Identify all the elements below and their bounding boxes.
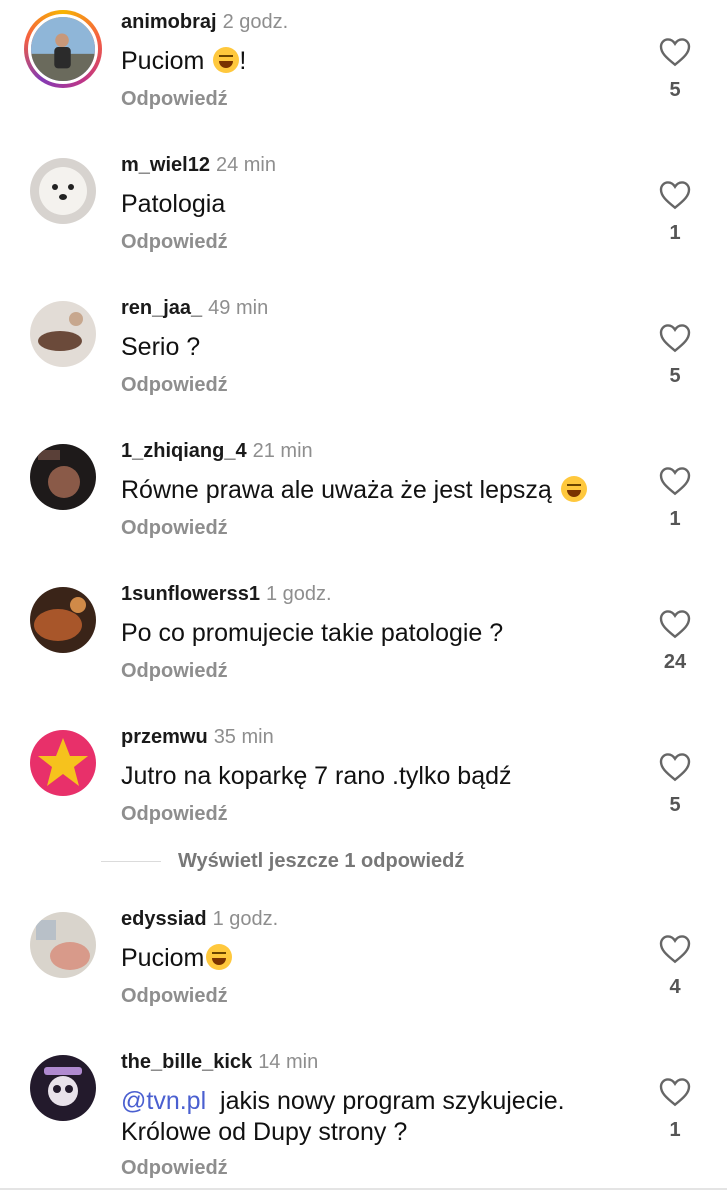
reply-button[interactable]: Odpowiedź bbox=[121, 985, 228, 1008]
comment-meta: edyssiad 1 godz. bbox=[121, 907, 278, 931]
heart-icon[interactable] bbox=[659, 752, 691, 782]
like-button[interactable]: 5 bbox=[655, 37, 695, 101]
username[interactable]: animobraj bbox=[121, 11, 217, 33]
like-button[interactable]: 5 bbox=[655, 323, 695, 387]
comment-meta: m_wiel12 24 min bbox=[121, 153, 276, 177]
avatar[interactable] bbox=[30, 444, 96, 510]
timestamp: 1 godz. bbox=[212, 908, 279, 930]
reply-button[interactable]: Odpowiedź bbox=[121, 374, 228, 397]
laughing-tears-emoji-icon bbox=[206, 944, 233, 970]
username[interactable]: 1sunflowerss1 bbox=[121, 583, 260, 605]
reply-button[interactable]: Odpowiedź bbox=[121, 88, 228, 111]
heart-icon[interactable] bbox=[659, 323, 691, 353]
like-count: 5 bbox=[669, 79, 681, 101]
avatar[interactable] bbox=[30, 730, 96, 796]
username[interactable]: ren_jaa_ bbox=[121, 297, 202, 319]
comment-meta: animobraj 2 godz. bbox=[121, 10, 288, 34]
timestamp: 21 min bbox=[252, 440, 313, 462]
timestamp: 35 min bbox=[213, 726, 274, 748]
username[interactable]: przemwu bbox=[121, 726, 208, 748]
show-more-label: Wyświetl jeszcze 1 odpowiedź bbox=[178, 850, 465, 872]
avatar[interactable] bbox=[30, 301, 96, 367]
like-button[interactable]: 5 bbox=[655, 752, 695, 816]
comment-text: Patologia bbox=[121, 190, 226, 218]
timestamp: 14 min bbox=[258, 1051, 319, 1073]
comment-text: Po co promujecie takie patologie ? bbox=[121, 619, 504, 647]
like-count: 5 bbox=[669, 794, 681, 816]
username[interactable]: m_wiel12 bbox=[121, 154, 210, 176]
avatar[interactable] bbox=[30, 912, 96, 978]
like-button[interactable]: 1 bbox=[655, 1077, 695, 1141]
reply-button[interactable]: Odpowiedź bbox=[121, 517, 228, 540]
like-count: 24 bbox=[663, 651, 687, 673]
comment-meta: przemwu 35 min bbox=[121, 725, 274, 749]
laughing-tears-emoji-icon bbox=[213, 47, 240, 73]
username[interactable]: the_bille_kick bbox=[121, 1051, 252, 1073]
heart-icon[interactable] bbox=[659, 609, 691, 639]
comment-meta: 1sunflowerss1 1 godz. bbox=[121, 582, 332, 606]
heart-icon[interactable] bbox=[659, 180, 691, 210]
comment-meta: the_bille_kick 14 min bbox=[121, 1050, 318, 1074]
heart-icon[interactable] bbox=[659, 1077, 691, 1107]
grinning-squint-emoji-icon bbox=[560, 476, 587, 502]
avatar bbox=[28, 14, 98, 84]
avatar[interactable] bbox=[30, 1055, 96, 1121]
heart-icon[interactable] bbox=[659, 934, 691, 964]
heart-icon[interactable] bbox=[659, 466, 691, 496]
mention-link[interactable]: @tvn.pl bbox=[121, 1087, 206, 1115]
like-button[interactable]: 1 bbox=[655, 180, 695, 244]
timestamp: 49 min bbox=[208, 297, 269, 319]
timestamp: 2 godz. bbox=[222, 11, 289, 33]
comment-meta: ren_jaa_ 49 min bbox=[121, 296, 268, 320]
like-count: 1 bbox=[669, 1119, 681, 1141]
username[interactable]: edyssiad bbox=[121, 908, 207, 930]
show-more-replies-button[interactable]: Wyświetl jeszcze 1 odpowiedź bbox=[101, 850, 464, 873]
comment-text: Serio ? bbox=[121, 333, 201, 361]
like-button[interactable]: 4 bbox=[655, 934, 695, 998]
timestamp: 1 godz. bbox=[265, 583, 332, 605]
reply-button[interactable]: Odpowiedź bbox=[121, 660, 228, 683]
bottom-divider bbox=[0, 1188, 727, 1190]
like-count: 5 bbox=[669, 365, 681, 387]
reply-button[interactable]: Odpowiedź bbox=[121, 231, 228, 254]
divider bbox=[101, 861, 161, 863]
avatar[interactable] bbox=[30, 158, 96, 224]
like-count: 1 bbox=[669, 222, 681, 244]
comment-text: @tvn.pl jakis nowy program szykujecie. K… bbox=[121, 1087, 565, 1146]
comment-text: Równe prawa ale uważa że jest lepszą bbox=[121, 475, 641, 506]
reply-button[interactable]: Odpowiedź bbox=[121, 1157, 228, 1180]
avatar[interactable] bbox=[30, 587, 96, 653]
comment-text: Puciom ! bbox=[121, 47, 247, 75]
like-count: 4 bbox=[669, 976, 681, 998]
like-button[interactable]: 24 bbox=[655, 609, 695, 673]
comment-text: Puciom bbox=[121, 943, 621, 974]
reply-button[interactable]: Odpowiedź bbox=[121, 803, 228, 826]
avatar-story-ring[interactable] bbox=[24, 10, 102, 88]
username[interactable]: 1_zhiqiang_4 bbox=[121, 440, 247, 462]
comment-text: Jutro na koparkę 7 rano .tylko bądź bbox=[121, 762, 512, 790]
timestamp: 24 min bbox=[215, 154, 276, 176]
heart-icon[interactable] bbox=[659, 37, 691, 67]
comment-meta: 1_zhiqiang_4 21 min bbox=[121, 439, 313, 463]
like-button[interactable]: 1 bbox=[655, 466, 695, 530]
like-count: 1 bbox=[669, 508, 681, 530]
